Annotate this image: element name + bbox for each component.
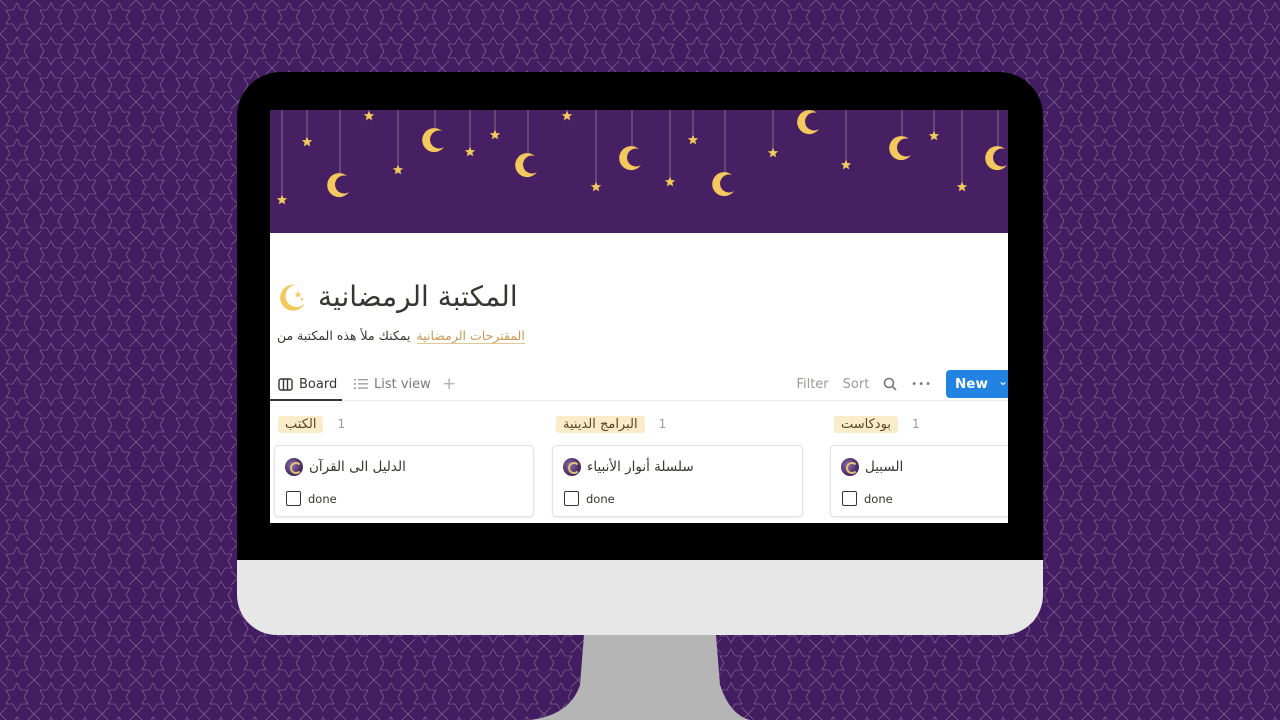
crescent-moon-icon — [985, 146, 1007, 171]
page-description: المقترحات الرمضانية يمكنك ملأ هذه المكتب… — [277, 328, 525, 344]
tab-board[interactable]: Board — [278, 373, 337, 395]
monitor-chin — [237, 560, 1043, 635]
board-card[interactable]: سلسلة أنوار الأنبياء done — [552, 445, 803, 517]
checkbox-label: done — [586, 491, 615, 506]
tab-list-view-label: List view — [374, 376, 431, 392]
checkbox-label: done — [308, 491, 337, 506]
crescent-moon-icon — [619, 146, 641, 171]
tab-board-label: Board — [299, 376, 338, 392]
column-header: البرامج الدينية 1 — [548, 413, 808, 435]
star-icon — [840, 159, 852, 170]
card-title: الدليل الى القرآن — [309, 459, 406, 475]
column-tag[interactable]: الكتب — [278, 415, 324, 433]
column-header: بودكاست 1 — [826, 413, 1008, 435]
add-view-button[interactable]: + — [442, 373, 456, 395]
monitor-stand — [530, 635, 750, 720]
search-icon[interactable] — [883, 377, 897, 391]
card-title-row: الدليل الى القرآن — [285, 458, 406, 476]
view-toolbar: Board List view + Filter Sort ••• New ⌄ — [270, 367, 1008, 401]
column-count: 1 — [658, 417, 667, 431]
title-row: المكتبة الرمضانية — [276, 280, 518, 313]
suggestions-link[interactable]: المقترحات الرمضانية — [416, 328, 525, 344]
sort-button[interactable]: Sort — [843, 377, 870, 392]
crescent-moon-icon — [889, 136, 911, 161]
star-icon — [464, 146, 476, 157]
card-title-row: السبيل — [841, 458, 903, 476]
board-column: البرامج الدينية 1 سلسلة أنوار الأنبياء d… — [548, 413, 808, 517]
star-icon — [276, 194, 288, 205]
board-card[interactable]: السبيل done — [830, 445, 1008, 517]
star-icon — [489, 129, 501, 140]
more-options-button[interactable]: ••• — [911, 379, 932, 390]
star-icon — [928, 130, 940, 141]
filter-button[interactable]: Filter — [796, 377, 828, 392]
board-icon — [278, 377, 293, 391]
description-text: يمكنك ملأ هذه المكتبة من — [277, 328, 411, 343]
star-icon — [767, 147, 779, 158]
app-screen: المكتبة الرمضانية المقترحات الرمضانية يم… — [270, 110, 1008, 523]
chevron-down-icon[interactable]: ⌄ — [998, 374, 1008, 388]
star-icon — [664, 176, 676, 187]
toolbar-actions: Filter Sort ••• New ⌄ — [796, 370, 1008, 398]
crescent-moon-icon — [327, 173, 349, 198]
crescent-moon-icon — [515, 153, 537, 178]
done-property: done — [286, 491, 337, 506]
active-tab-indicator — [270, 399, 342, 401]
page-icon — [285, 458, 303, 476]
done-checkbox[interactable] — [564, 491, 579, 506]
column-tag[interactable]: بودكاست — [834, 415, 898, 433]
list-icon — [354, 379, 368, 389]
column-count: 1 — [911, 417, 920, 431]
star-icon — [301, 136, 313, 147]
crescent-moon-icon — [422, 128, 444, 153]
page-icon — [841, 458, 859, 476]
card-title: السبيل — [865, 459, 904, 475]
done-property: done — [564, 491, 615, 506]
new-button[interactable]: New ⌄ — [946, 370, 1008, 398]
board-column: بودكاست 1 السبيل done — [826, 413, 1008, 517]
column-header: الكتب 1 — [270, 413, 530, 435]
crescent-moon-icon — [712, 172, 734, 197]
tab-list-view[interactable]: List view — [354, 373, 431, 395]
crescent-moon-stars-icon — [280, 284, 305, 311]
star-icon — [561, 110, 573, 121]
card-title: سلسلة أنوار الأنبياء — [587, 459, 694, 475]
crescent-moon-icon — [797, 110, 819, 135]
star-icon — [363, 110, 375, 121]
cover-banner — [270, 110, 1008, 233]
done-checkbox[interactable] — [286, 491, 301, 506]
column-tag[interactable]: البرامج الدينية — [556, 415, 645, 433]
checkbox-label: done — [864, 491, 893, 506]
board-column: الكتب 1 الدليل الى القرآن done — [270, 413, 534, 517]
star-icon — [956, 181, 968, 192]
done-checkbox[interactable] — [842, 491, 857, 506]
column-count: 1 — [337, 417, 346, 431]
star-icon — [392, 164, 404, 175]
done-property: done — [842, 491, 893, 506]
page-title: المكتبة الرمضانية — [318, 280, 518, 313]
board-card[interactable]: الدليل الى القرآن done — [274, 445, 534, 517]
star-icon — [687, 134, 699, 145]
card-title-row: سلسلة أنوار الأنبياء — [563, 458, 694, 476]
new-button-label: New — [955, 376, 988, 392]
star-icon — [590, 181, 602, 192]
page-icon — [563, 458, 581, 476]
